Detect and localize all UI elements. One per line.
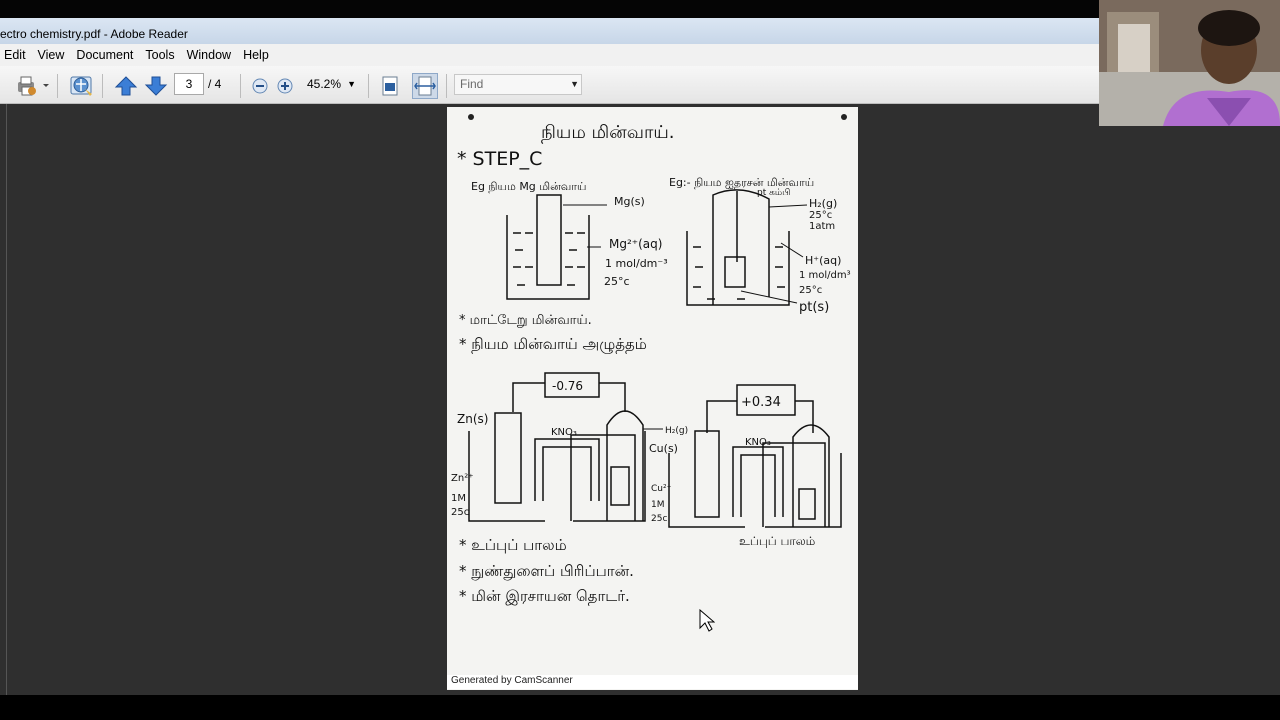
page-sketch: நியம மின்வாய். * STEP_C Eg நியம Mg மின்வ… [447,107,858,690]
h-label-1: H₂(g) [809,197,837,210]
menu-view[interactable]: View [34,48,73,62]
window-title: ectro chemistry.pdf - Adobe Reader [0,27,188,41]
cell-right-salt: KNO₃ [745,437,771,448]
zoom-out-button[interactable] [250,75,270,97]
cell-right-sol-0: Cu²⁺ [651,484,672,494]
cell-left-electrode: Zn(s) [457,412,488,426]
fit-width-icon [414,76,436,96]
h-label-2: 25°c [809,210,832,221]
mg-label-1: Mg²⁺(aq) [609,237,662,251]
presenter-video-icon [1099,0,1280,126]
menu-edit[interactable]: Edit [0,48,34,62]
bullet-1-1: * நியம மின்வாய் அழுத்தம் [459,335,647,354]
zoom-select[interactable]: 45.2% ▼ [302,73,358,95]
h-label-6: 25°c [799,285,822,296]
screen-bottom-bar [0,695,1280,720]
bullet-2-0: * உப்புப் பாலம் [459,536,567,554]
cell-left-sol-2: 25c [451,507,469,518]
mg-label-3: 25°c [604,275,630,288]
cell-left-reading: -0.76 [552,379,583,393]
zoom-in-icon [277,78,293,94]
find-input[interactable]: Find ▼ [454,74,582,95]
menu-help[interactable]: Help [239,48,277,62]
window-title-bar: ectro chemistry.pdf - Adobe Reader [0,18,1100,44]
print-button[interactable] [16,75,50,97]
bullet-1-0: * மாட்டேறு மின்வாய். [459,313,592,328]
previous-page-button[interactable] [114,75,138,97]
fit-page-icon [382,76,398,96]
cell-left-sol-0: Zn²⁺ [451,473,473,484]
print-icon [18,76,49,96]
mg-label-2: 1 mol/dm⁻³ [605,257,668,270]
doc-title: நியம மின்வாய். [541,122,675,144]
h-label-5: 1 mol/dm³ [799,270,851,281]
cell-right-sol-1: 1M [651,500,665,510]
doc-eg-left: Eg நியம Mg மின்வாய் [471,180,587,193]
doc-eg-right: Eg:- நியம ஐதரசன் மின்வாய் [669,176,814,189]
webcam-overlay [1099,0,1280,126]
bullet-2-1: * நுண்துளைப் பிரிப்பான். [459,562,634,580]
menu-document[interactable]: Document [72,48,141,62]
screen-top-bar [0,0,1280,18]
cell-right-bridge-label: உப்புப் பாலம் [739,534,815,548]
page-number-input[interactable]: 3 [174,73,204,95]
find-dropdown-icon[interactable]: ▼ [570,75,579,94]
menu-window[interactable]: Window [183,48,239,62]
next-page-button[interactable] [144,75,168,97]
fit-width-button[interactable] [412,73,438,99]
arrow-up-icon [114,76,138,96]
arrow-down-icon [144,76,168,96]
pdf-page[interactable]: நியம மின்வாய். * STEP_C Eg நியம Mg மின்வ… [447,107,858,690]
viewer-left-edge [6,104,7,695]
find-placeholder: Find [460,77,484,91]
collaborate-button[interactable] [68,75,96,97]
cell-right-sol-2: 25c [651,514,667,524]
zoom-in-button[interactable] [275,75,295,97]
cell-right-reading: +0.34 [741,395,781,410]
h-label-4: H⁺(aq) [805,254,841,267]
doc-step: * STEP_C [457,148,542,170]
h-label-0: pt கம்பி [757,188,790,198]
mg-label-0: Mg(s) [614,195,645,208]
zoom-out-icon [252,78,268,94]
fit-page-button[interactable] [378,75,402,97]
menu-tools[interactable]: Tools [141,48,182,62]
cell-right-electrode: Cu(s) [649,442,678,455]
page-footer: Generated by CamScanner [447,675,858,689]
collaborate-icon [70,76,92,96]
chevron-down-icon: ▼ [347,79,356,89]
bullet-2-2: * மின் இரசாயன தொடர். [459,587,630,605]
mouse-cursor-icon [699,608,716,638]
cell-left-gas: H₂(g) [665,426,688,436]
h-label-7: pt(s) [799,300,829,315]
page-total: / 4 [208,77,222,91]
menu-bar: Edit View Document Tools Window Help [0,44,1100,66]
zoom-value: 45.2% [307,77,342,91]
cell-left-sol-1: 1M [451,493,466,504]
cell-left-salt: KNO₃ [551,427,577,438]
h-label-3: 1atm [809,221,835,232]
